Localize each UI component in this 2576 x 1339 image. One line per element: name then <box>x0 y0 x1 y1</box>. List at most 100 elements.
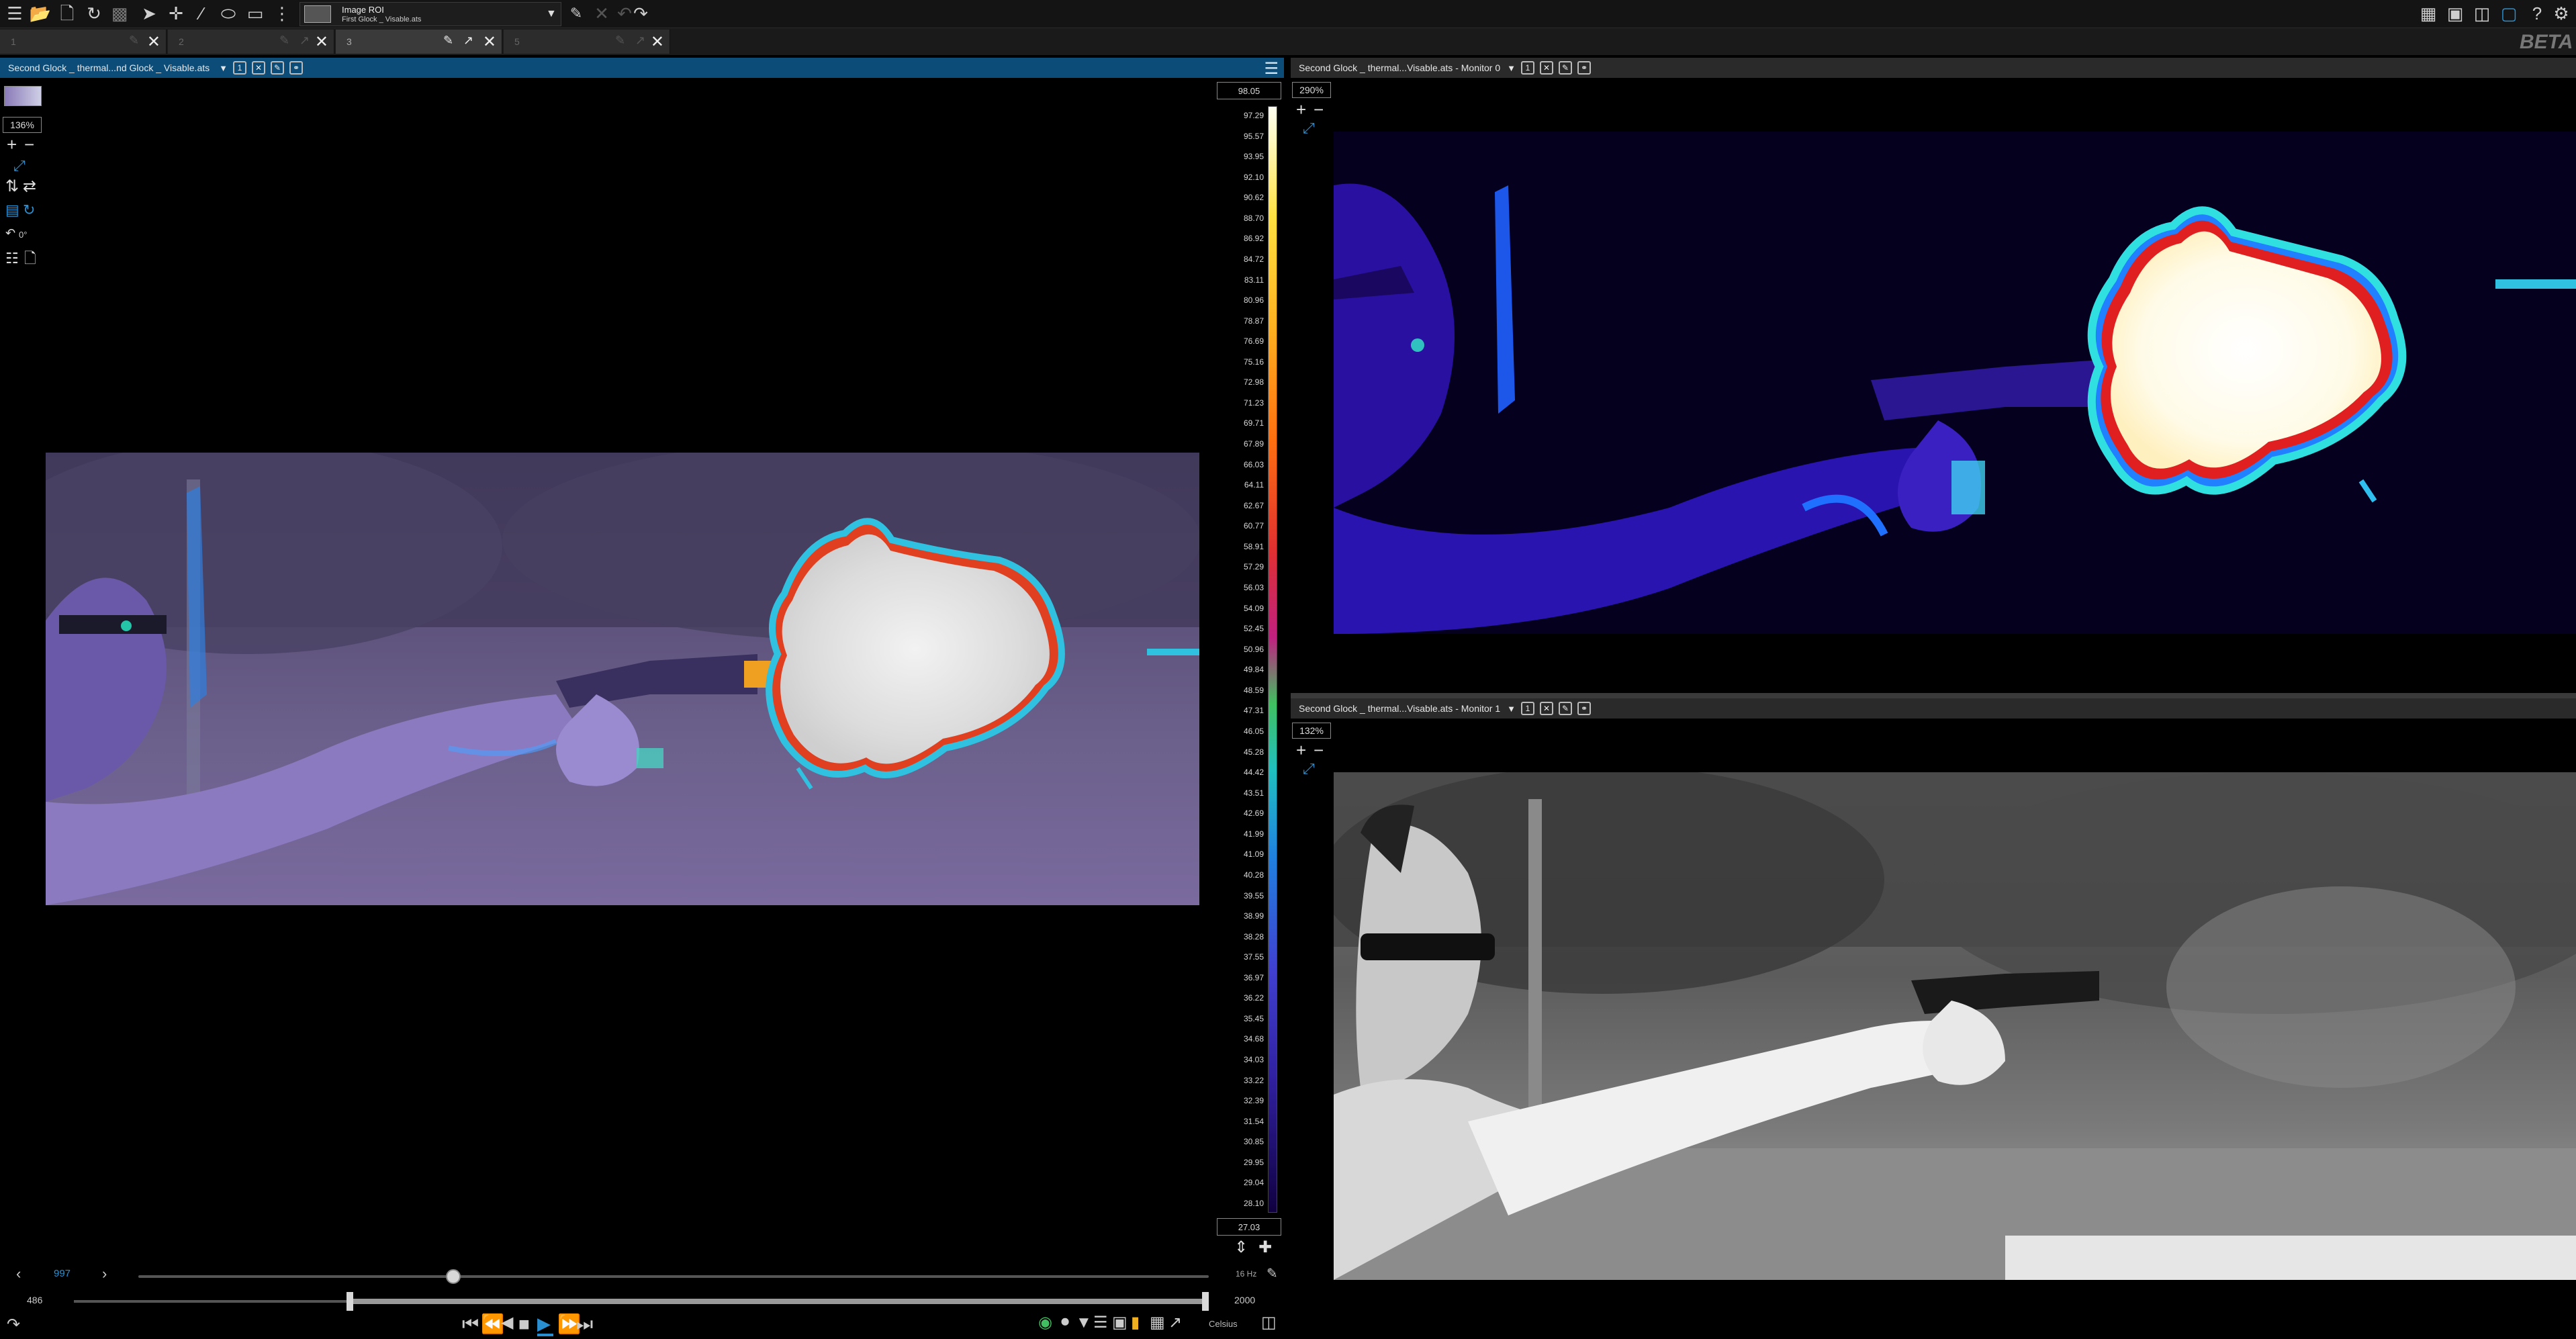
scale-adjust-icon[interactable]: ⇕ <box>1234 1240 1248 1256</box>
monitor0-thermal-image[interactable] <box>1334 132 2576 634</box>
chevron-down-icon[interactable]: ▼ <box>1507 704 1516 714</box>
document-icon[interactable]: 🗋 <box>24 251 36 266</box>
flip-vertical-icon[interactable]: ⇅ <box>5 179 19 195</box>
help-icon[interactable]: ? <box>2526 3 2548 24</box>
refresh-icon[interactable]: ↻ <box>83 3 105 24</box>
plot-icon[interactable]: ↗ <box>1168 1315 1182 1331</box>
scale-min-value[interactable]: 27.03 <box>1217 1218 1281 1236</box>
frame-slider-track[interactable] <box>138 1275 1209 1278</box>
monitor1-zoom-level[interactable]: 132% <box>1292 723 1331 739</box>
monitor-badge[interactable]: 1 <box>233 61 246 75</box>
pointer-tool-icon[interactable]: ➤ <box>138 3 160 24</box>
scale-settings-icon[interactable]: ✚ <box>1258 1240 1272 1256</box>
monitor1-visible-image[interactable] <box>1334 772 2576 1280</box>
share-icon[interactable]: ↷ <box>7 1315 20 1334</box>
edit-icon[interactable]: ✎ <box>1558 61 1572 75</box>
capture-icon[interactable]: ▣ <box>2444 3 2466 24</box>
color-scale-bar[interactable] <box>1268 106 1277 1213</box>
pencil-icon[interactable]: ✎ <box>1267 1265 1278 1282</box>
main-fused-image[interactable] <box>46 453 1199 905</box>
close-icon[interactable]: ✕ <box>651 32 664 52</box>
monitor0-zoom-level[interactable]: 290% <box>1292 82 1331 98</box>
link-icon[interactable]: ⚭ <box>1577 702 1591 715</box>
close-icon[interactable]: ✕ <box>147 32 160 52</box>
line-tool-icon[interactable]: ∕ <box>191 3 212 24</box>
ellipse-tool-icon[interactable]: ⬭ <box>218 3 239 24</box>
palette-icon[interactable]: ▮ <box>1131 1315 1140 1331</box>
skip-start-icon[interactable]: ⏮ <box>462 1315 479 1334</box>
link-icon[interactable]: ⚭ <box>1577 61 1591 75</box>
frame-slider-thumb[interactable] <box>445 1269 461 1284</box>
chevron-down-icon[interactable]: ▼ <box>1507 63 1516 73</box>
close-icon[interactable]: ✕ <box>315 32 328 52</box>
redo-icon[interactable]: ↷ <box>630 3 651 24</box>
main-thumbnail[interactable] <box>4 86 42 106</box>
pencil-icon[interactable]: ✎ <box>443 34 453 48</box>
next-frame-icon[interactable]: › <box>102 1265 107 1283</box>
window-icon[interactable]: ◫ <box>2471 3 2493 24</box>
overlay-icon[interactable]: ▤ <box>5 203 19 218</box>
camera-icon[interactable]: ▩ <box>109 3 130 24</box>
zoom-out-icon[interactable]: − <box>1314 101 1324 118</box>
link-icon[interactable]: ⚭ <box>289 61 303 75</box>
stack-icon[interactable]: ▣ <box>1112 1315 1128 1331</box>
prev-frame-icon[interactable]: ‹ <box>16 1265 21 1283</box>
layout-grid-icon[interactable]: ▦ <box>2418 3 2439 24</box>
table-icon[interactable]: ▦ <box>1150 1315 1165 1331</box>
image-roi-selector[interactable]: Image ROI First Glock _ Visable.ats ▼ <box>300 2 561 26</box>
play-reverse-icon[interactable]: ◀ <box>501 1315 513 1331</box>
fit-to-window-icon[interactable]: ⤢ <box>13 158 26 173</box>
chevron-down-icon[interactable]: ▼ <box>219 63 228 73</box>
rotation-value[interactable]: 0° <box>19 230 27 240</box>
edit-icon[interactable]: ✎ <box>271 61 284 75</box>
tab-1[interactable]: 1 ✎ ✕ <box>0 30 167 54</box>
close-icon[interactable]: ✕ <box>252 61 265 75</box>
settings-gear-icon[interactable]: ⚙ <box>2550 3 2572 24</box>
hamburger-menu-icon[interactable]: ☰ <box>4 3 26 24</box>
close-icon[interactable]: ✕ <box>1539 702 1553 715</box>
tab-5[interactable]: 5 ✎ ↗ ✕ <box>504 30 670 54</box>
pencil-icon[interactable]: ✎ <box>565 3 587 24</box>
monitor-badge[interactable]: 1 <box>1520 702 1534 715</box>
palette-menu-icon[interactable]: ☰ <box>1264 59 1279 79</box>
scale-max-value[interactable]: 98.05 <box>1217 82 1281 99</box>
layers-icon[interactable]: ◉ <box>1038 1315 1052 1331</box>
close-icon[interactable]: ✕ <box>1539 61 1553 75</box>
chart-icon[interactable]: ◫ <box>1261 1315 1277 1331</box>
zoom-out-icon[interactable]: − <box>24 136 34 153</box>
range-start-handle[interactable] <box>346 1292 353 1311</box>
zoom-in-icon[interactable]: + <box>1296 101 1306 118</box>
edit-icon[interactable]: ✎ <box>1558 702 1572 715</box>
monitor-badge[interactable]: 1 <box>1520 61 1534 75</box>
sync-icon[interactable]: ↻ <box>23 203 35 218</box>
microphone-icon[interactable]: ⚫ <box>1058 1315 1072 1331</box>
tab-2[interactable]: 2 ✎ ↗ ✕ <box>168 30 334 54</box>
roi-tools-icon[interactable]: ☷ <box>5 251 19 266</box>
zoom-out-icon[interactable]: − <box>1314 741 1324 759</box>
more-tools-icon[interactable]: ⋮ <box>271 3 293 24</box>
zoom-in-icon[interactable]: + <box>7 136 17 153</box>
main-zoom-level[interactable]: 136% <box>3 117 42 133</box>
tab-3[interactable]: 3 ✎ ↗ ✕ <box>336 30 502 54</box>
filter-icon[interactable]: ▼ <box>1076 1315 1092 1331</box>
play-icon[interactable]: ▶ <box>537 1315 551 1332</box>
temperature-unit[interactable]: Celsius <box>1209 1319 1238 1329</box>
expand-icon[interactable]: ↗ <box>463 34 473 48</box>
range-end-handle[interactable] <box>1202 1292 1209 1311</box>
flip-horizontal-icon[interactable]: ⇄ <box>23 179 36 195</box>
stop-icon[interactable]: ■ <box>518 1315 530 1334</box>
close-icon[interactable]: ✕ <box>483 32 496 52</box>
rectangle-tool-icon[interactable]: ▭ <box>244 3 266 24</box>
rotate-icon[interactable]: ↶ <box>5 227 15 239</box>
fit-to-window-icon[interactable]: ⤢ <box>1303 121 1315 136</box>
new-file-icon[interactable]: 🗋 <box>56 3 78 24</box>
skip-end-icon[interactable]: ⏭ <box>576 1315 593 1334</box>
crosshair-tool-icon[interactable]: ✛ <box>165 3 187 24</box>
open-folder-icon[interactable]: 📂 <box>30 3 51 24</box>
monitor-icon[interactable]: ▢ <box>2498 3 2520 24</box>
fit-to-window-icon[interactable]: ⤢ <box>1303 761 1315 776</box>
zoom-in-icon[interactable]: + <box>1296 741 1306 759</box>
horizontal-splitter[interactable] <box>1291 693 2576 698</box>
current-frame[interactable]: 997 <box>54 1268 71 1279</box>
chevron-down-icon[interactable]: ▼ <box>546 8 557 20</box>
